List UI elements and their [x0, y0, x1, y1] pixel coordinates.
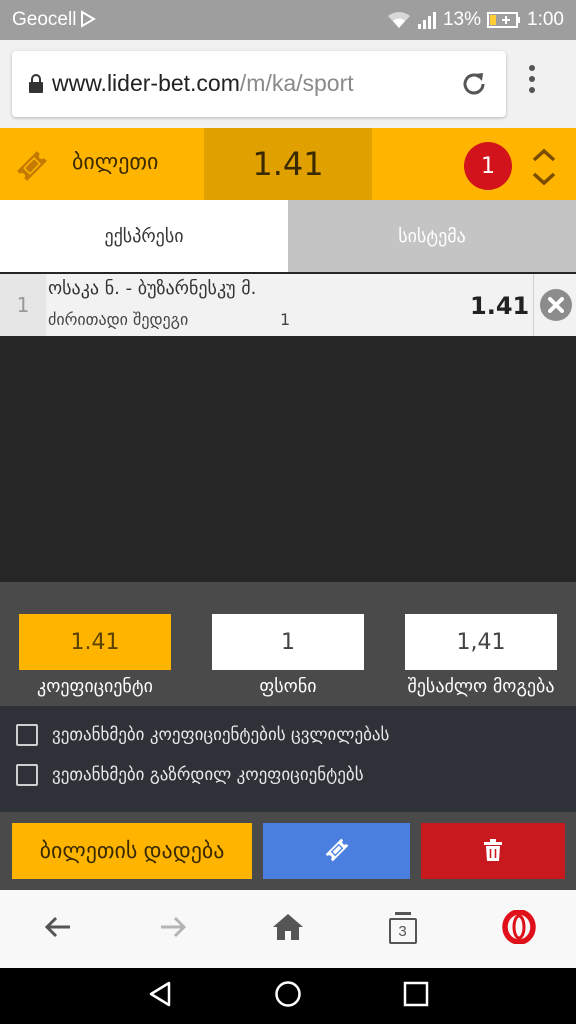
clear-ticket-button[interactable]: [421, 823, 565, 879]
signal-icon: [417, 11, 437, 29]
system-nav-bar: [0, 968, 576, 1024]
circle-home-icon: [274, 980, 302, 1012]
ticket-icon: [323, 836, 351, 867]
total-odds: 1.41: [204, 128, 372, 200]
empty-area: [0, 336, 576, 582]
home-icon: [272, 913, 304, 945]
url-text: www.lider-bet.com/m/ka/sport: [52, 70, 354, 97]
opera-logo-icon: [501, 909, 536, 948]
home-button[interactable]: [230, 890, 345, 968]
save-ticket-button[interactable]: [263, 823, 410, 879]
stake-input[interactable]: 1: [212, 614, 364, 670]
tabs-icon: 3: [387, 911, 419, 947]
system-recents-button[interactable]: [366, 968, 466, 1024]
agree-increased-odds-row[interactable]: ვეთანხმები გაზრდილ კოეფიციენტებს: [16, 764, 364, 786]
address-bar[interactable]: www.lider-bet.com/m/ka/sport: [12, 51, 506, 117]
possible-win-field: 1,41: [405, 614, 557, 670]
trash-icon: [483, 838, 503, 864]
ticket-title: ბილეთი: [72, 150, 159, 175]
system-home-button[interactable]: [238, 968, 338, 1024]
agree-increased-odds-label: ვეთანხმები გაზრდილ კოეფიციენტებს: [52, 765, 364, 785]
opera-menu-button[interactable]: [461, 890, 576, 968]
status-icons: 13% 1:00: [387, 9, 564, 31]
ticket-icon: [14, 148, 50, 188]
tab-count: 3: [388, 918, 417, 944]
wifi-icon: [387, 11, 411, 29]
overflow-menu-icon[interactable]: [528, 64, 536, 98]
reload-icon[interactable]: [458, 68, 490, 104]
expand-collapse-icon[interactable]: [530, 146, 558, 192]
agreement-options: ვეთანხმები კოეფიციენტების ცვლილებას ვეთა…: [0, 706, 576, 812]
browser-bottom-nav: 3: [0, 890, 576, 968]
bet-index: 1: [0, 274, 46, 336]
status-bar: Geocell 13% 1:00: [0, 0, 576, 40]
stake-panel: 1.41 1 1,41 კოეფიციენტი ფსონი შესაძლო მო…: [0, 582, 576, 706]
bet-market: ძირითადი შედეგი: [48, 310, 189, 329]
tab-express[interactable]: ექსპრესი: [0, 200, 288, 272]
cast-icon: [80, 10, 96, 28]
place-bet-button[interactable]: ბილეთის დადება: [12, 823, 252, 879]
system-back-button[interactable]: [110, 968, 210, 1024]
battery-percent: 13%: [442, 9, 482, 30]
tab-system[interactable]: სისტემა: [288, 200, 576, 272]
url-path: /m/ka/sport: [239, 70, 354, 96]
battery-icon: [487, 11, 521, 29]
coefficient-field: 1.41: [19, 614, 171, 670]
selection-count-badge: 1: [464, 142, 512, 190]
carrier-name: Geocell: [12, 9, 77, 30]
back-button[interactable]: [0, 890, 115, 968]
screen: Geocell 13% 1:00 www.lider-bet.com/m/ka/…: [0, 0, 576, 1024]
bet-type-tabs: ექსპრესი სისტემა: [0, 200, 576, 272]
remove-bet-icon[interactable]: [540, 289, 572, 325]
tabs-button[interactable]: 3: [345, 890, 460, 968]
triangle-back-icon: [147, 980, 173, 1012]
possible-win-label: შესაძლო მოგება: [407, 676, 555, 697]
action-bar: ბილეთის დადება: [0, 812, 576, 890]
bet-odds: 1.41: [470, 292, 530, 320]
lock-icon: [28, 74, 44, 98]
stake-label: ფსონი: [259, 676, 317, 697]
bet-match-name: ოსაკა ნ. - ბუზარნესკუ მ.: [48, 278, 257, 299]
square-recents-icon: [403, 981, 429, 1011]
forward-arrow-icon: [159, 915, 187, 943]
agree-odds-change-label: ვეთანხმები კოეფიციენტების ცვლილებას: [52, 725, 390, 745]
browser-toolbar: www.lider-bet.com/m/ka/sport: [0, 40, 576, 128]
url-host: www.lider-bet.com: [52, 70, 240, 96]
bet-outcome: 1: [280, 310, 291, 329]
bet-row: 1 ოსაკა ნ. - ბუზარნესკუ მ. ძირითადი შედე…: [0, 274, 576, 336]
agree-increased-odds-checkbox[interactable]: [16, 764, 38, 786]
forward-button[interactable]: [115, 890, 230, 968]
back-arrow-icon: [44, 915, 72, 943]
clock: 1:00: [527, 9, 564, 30]
coefficient-label: კოეფიციენტი: [37, 676, 153, 697]
agree-odds-change-row[interactable]: ვეთანხმები კოეფიციენტების ცვლილებას: [16, 724, 389, 746]
agree-odds-change-checkbox[interactable]: [16, 724, 38, 746]
bet-divider: [533, 274, 534, 336]
